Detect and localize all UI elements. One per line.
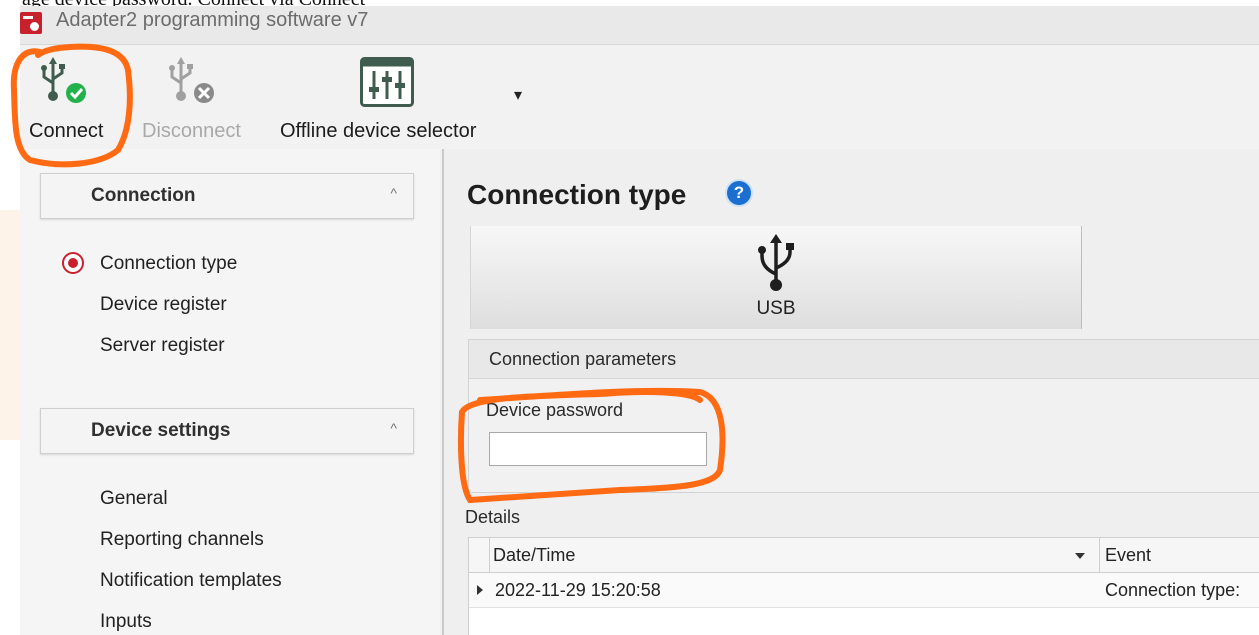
details-table: Date/Time Event 2022-11-29 15:20:58 Conn… [468, 537, 1259, 635]
toolbar: Connect Disconnect Offline device select… [20, 45, 1259, 149]
title-bar: Adapter2 programming software v7 [20, 6, 1259, 45]
chevron-up-icon: ^ [390, 185, 397, 201]
column-header-datetime[interactable]: Date/Time [493, 538, 575, 572]
sidebar-item-reporting-channels[interactable]: Reporting channels [100, 529, 264, 551]
equalizer-icon [360, 57, 414, 107]
datetime-cell: 2022-11-29 15:20:58 [495, 580, 661, 600]
margin-tint [0, 210, 20, 440]
details-table-header: Date/Time Event [469, 538, 1259, 573]
sidebar-item-server-register[interactable]: Server register [100, 335, 225, 357]
help-icon[interactable]: ? [727, 181, 751, 205]
connect-button[interactable]: Connect [20, 45, 120, 149]
group-header-connection[interactable]: Connection ^ [40, 173, 414, 219]
disconnect-button[interactable]: Disconnect [132, 45, 262, 149]
connection-parameters-header: Connection parameters [469, 340, 1259, 379]
event-cell: Connection type: [1105, 580, 1241, 600]
group-title: Connection [91, 185, 196, 206]
column-header-event[interactable]: Event [1105, 538, 1151, 572]
toolbar-dropdown-arrow-icon[interactable]: ▾ [514, 85, 522, 105]
connection-parameters-panel: Connection parameters Device password [468, 339, 1259, 493]
device-password-field[interactable] [489, 432, 707, 466]
usb-disconnect-icon [169, 57, 214, 103]
sidebar-item-connection-type[interactable]: Connection type [100, 253, 237, 275]
group-title: Device settings [91, 420, 231, 441]
offline-device-selector-label: Offline device selector [280, 120, 477, 142]
window-title: Adapter2 programming software v7 [56, 9, 369, 31]
app-window: Adapter2 programming software v7 Connect [20, 6, 1259, 635]
row-indicator-icon [477, 585, 483, 595]
sidebar-item-general[interactable]: General [100, 488, 168, 510]
sidebar-item-inputs[interactable]: Inputs [100, 611, 152, 633]
usb-connection-option[interactable]: USB [470, 226, 1082, 329]
table-row[interactable]: 2022-11-29 15:20:58 Connection type: [469, 573, 1259, 608]
chevron-up-icon: ^ [390, 420, 397, 436]
document-margin [0, 0, 20, 635]
group-header-device-settings[interactable]: Device settings ^ [40, 408, 414, 454]
sidebar: Connection ^ Connection type Device regi… [20, 149, 440, 635]
sidebar-item-device-register[interactable]: Device register [100, 294, 227, 316]
selected-indicator-icon [62, 252, 84, 274]
disconnect-label: Disconnect [142, 120, 241, 142]
filter-dropdown-icon[interactable] [1075, 553, 1085, 559]
usb-icon [758, 234, 794, 291]
connection-parameters-title: Connection parameters [489, 349, 677, 369]
device-password-label: Device password [486, 400, 624, 420]
sidebar-item-notification-templates[interactable]: Notification templates [100, 570, 282, 592]
usb-connect-icon [41, 57, 86, 103]
usb-label: USB [756, 298, 796, 319]
details-label: Details [465, 507, 521, 527]
connect-label: Connect [29, 120, 104, 142]
app-logo-icon [20, 12, 42, 34]
page-title: Connection type [467, 179, 687, 210]
main-panel: Connection type ? USB Connection paramet… [444, 149, 1259, 635]
offline-device-selector-button[interactable]: Offline device selector [278, 45, 508, 149]
